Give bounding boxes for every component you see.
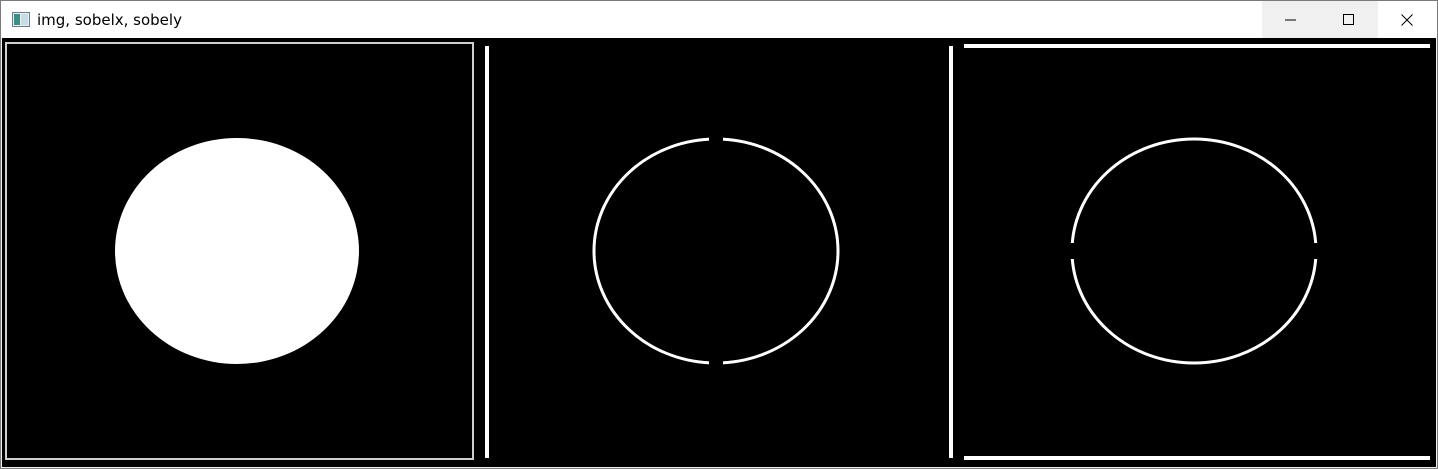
img-canvas (2, 38, 479, 467)
window-title: img, sobelx, sobely (37, 11, 182, 29)
image-panel-img (2, 38, 479, 467)
minimize-button[interactable] (1262, 1, 1320, 39)
app-icon (12, 12, 30, 27)
close-icon (1401, 14, 1413, 26)
close-button[interactable] (1378, 1, 1436, 39)
maximize-button[interactable] (1320, 1, 1378, 39)
minimize-icon (1285, 19, 1296, 21)
title-bar[interactable]: img, sobelx, sobely (1, 1, 1437, 39)
sobelx-canvas (479, 38, 948, 467)
maximize-icon (1343, 14, 1354, 25)
sobely-canvas (948, 38, 1436, 467)
image-panel-sobely (948, 38, 1436, 467)
filled-circle (115, 138, 359, 364)
image-panel-sobelx (479, 38, 948, 467)
